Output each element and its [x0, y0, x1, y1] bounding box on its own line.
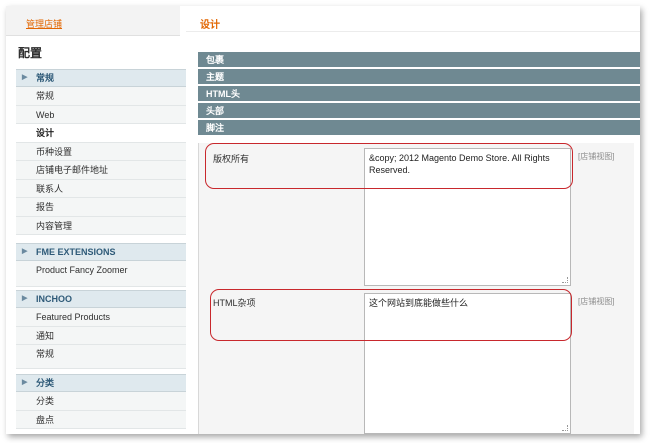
- html-misc-textarea[interactable]: 这个网站到底能做些什么: [364, 293, 571, 434]
- sidebar-item-general[interactable]: 常规: [16, 87, 186, 106]
- section-footer[interactable]: 脚注: [198, 120, 640, 136]
- page-title: 设计: [200, 20, 220, 31]
- sidebar-item-contacts[interactable]: 联系人: [16, 179, 186, 198]
- footer-fields-panel: 版权所有 &copy; 2012 Magento Demo Store. All…: [198, 143, 634, 434]
- resize-handle-icon[interactable]: [562, 425, 568, 431]
- sidebar-group-fme: ▶ FME EXTENSIONS Product Fancy Zoomer: [16, 243, 186, 287]
- sidebar-item-web[interactable]: Web: [16, 105, 186, 124]
- copyright-label: 版权所有: [213, 154, 250, 164]
- sidebar-item-currency[interactable]: 币种设置: [16, 142, 186, 161]
- sidebar-group-inchoo: ▶ INCHOO Featured Products 通知 常规: [16, 290, 186, 369]
- triangle-right-icon: ▶: [22, 74, 28, 81]
- section-themes[interactable]: 主题: [198, 69, 640, 85]
- sidebar-item-category[interactable]: 分类: [16, 392, 186, 411]
- sidebar-item-featured-products[interactable]: Featured Products: [16, 308, 186, 327]
- resize-handle-icon[interactable]: [562, 277, 568, 283]
- html-misc-scope: [店铺视图]: [578, 297, 615, 306]
- manage-stores-link[interactable]: 管理店铺: [26, 17, 62, 30]
- section-header[interactable]: 头部: [198, 103, 640, 119]
- sidebar-group-header[interactable]: ▶ INCHOO: [16, 290, 186, 308]
- sidebar-item-store-email[interactable]: 店铺电子邮件地址: [16, 161, 186, 180]
- triangle-right-icon: ▶: [22, 379, 28, 386]
- sidebar-item-product-fancy-zoomer[interactable]: Product Fancy Zoomer: [16, 261, 186, 287]
- sidebar-item-notifications[interactable]: 通知: [16, 326, 186, 345]
- sidebar-item-design[interactable]: 设计: [16, 124, 186, 143]
- main-content: 设计 包裹 主题 HTML头 头部 脚注 版权所有 &copy; 2012 Ma…: [186, 6, 640, 434]
- copyright-scope: [店铺视图]: [578, 152, 615, 161]
- sidebar-group-header[interactable]: ▶ FME EXTENSIONS: [16, 243, 186, 261]
- sidebar-item-content-management[interactable]: 内容管理: [16, 216, 186, 235]
- section-html-head[interactable]: HTML头: [198, 86, 640, 102]
- sidebar-group-header[interactable]: ▶ 常规: [16, 69, 186, 87]
- triangle-right-icon: ▶: [22, 295, 28, 302]
- sidebar-title: 配置: [18, 46, 43, 60]
- sidebar-item-inventory[interactable]: 盘点: [16, 410, 186, 429]
- sidebar-item-general-2[interactable]: 常规: [16, 345, 186, 369]
- sidebar-group-category: ▶ 分类 分类 盘点: [16, 374, 186, 429]
- section-package[interactable]: 包裹: [198, 52, 640, 68]
- page-title-bar: 设计: [186, 6, 640, 32]
- html-misc-label: HTML杂项: [213, 298, 256, 308]
- store-switcher: 管理店铺: [6, 6, 180, 36]
- sidebar-group-header[interactable]: ▶ 分类: [16, 374, 186, 392]
- copyright-textarea[interactable]: &copy; 2012 Magento Demo Store. All Righ…: [364, 148, 571, 286]
- sidebar-group-general: ▶ 常规 常规 Web 设计 币种设置 店铺电子邮件地址 联系人 报告 内容管理: [16, 69, 186, 235]
- triangle-right-icon: ▶: [22, 248, 28, 255]
- sidebar: 管理店铺 配置 ▶ 常规 常规 Web 设计 币种设置 店铺电子邮件地址 联系人 …: [6, 6, 186, 434]
- sidebar-item-reports[interactable]: 报告: [16, 198, 186, 217]
